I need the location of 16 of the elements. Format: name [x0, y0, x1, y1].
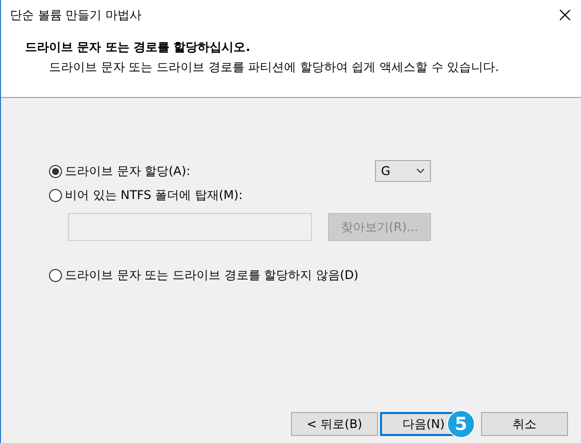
- drive-letter-dropdown[interactable]: G: [375, 160, 431, 182]
- close-icon[interactable]: [559, 9, 571, 21]
- window-title: 단순 볼륨 만들기 마법사: [10, 6, 142, 24]
- radio-button[interactable]: [49, 164, 62, 178]
- radio-label: 드라이브 문자 할당(A):: [65, 162, 190, 180]
- page-heading: 드라이브 문자 또는 경로를 할당하십시오.: [25, 39, 252, 56]
- page-description: 드라이브 문자 또는 드라이브 경로를 파티션에 할당하여 쉽게 액세스할 수 있습니다.: [49, 59, 500, 76]
- radio-label: 드라이브 문자 또는 드라이브 경로를 할당하지 않음(D): [65, 266, 358, 284]
- wizard-button[interactable]: < 뒤로(B): [291, 412, 378, 436]
- wizard-button[interactable]: 취소: [481, 412, 568, 436]
- radio-button[interactable]: [49, 268, 62, 282]
- step-number-tooltip: 5: [447, 410, 475, 438]
- folder-path-field[interactable]: [68, 213, 312, 241]
- chevron-down-icon: [416, 168, 425, 174]
- radio-button[interactable]: [49, 188, 62, 202]
- radio-label: 비어 있는 NTFS 폴더에 탑재(M):: [65, 186, 243, 204]
